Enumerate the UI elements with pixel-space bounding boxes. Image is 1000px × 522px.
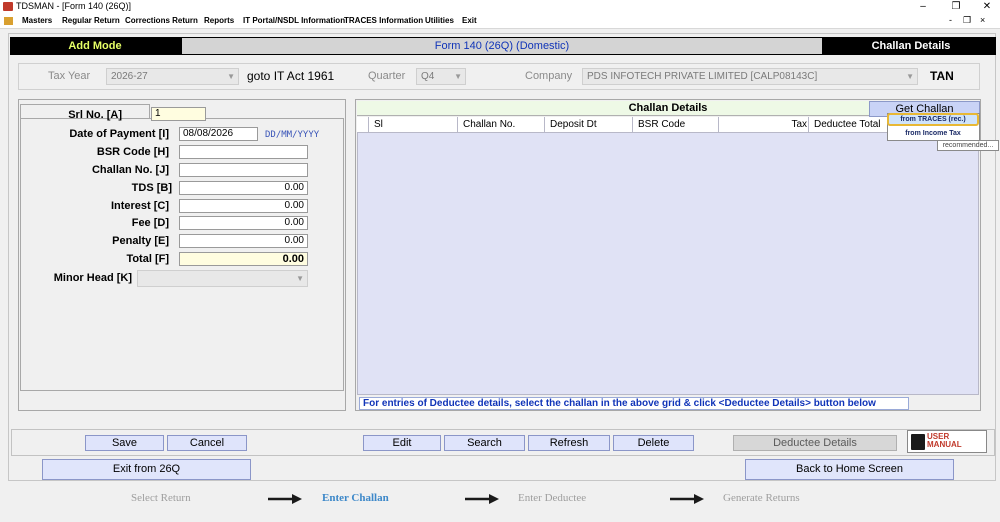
mdi-restore-button[interactable]: ❐ bbox=[963, 15, 971, 26]
menu-reports[interactable]: Reports bbox=[204, 16, 234, 25]
arrow-right-icon bbox=[465, 494, 499, 504]
company-select[interactable]: PDS INFOTECH PRIVATE LIMITED [CALP08143C… bbox=[582, 68, 918, 85]
col-tax[interactable]: Tax bbox=[718, 117, 810, 133]
srno-label: Srl No. [A] bbox=[68, 109, 122, 121]
col-deposit-dt[interactable]: Deposit Dt bbox=[544, 117, 632, 133]
section-title: Challan Details bbox=[871, 40, 951, 52]
interest-label: Interest [C] bbox=[110, 200, 169, 212]
recommended-tooltip: recommended... bbox=[937, 140, 999, 151]
challan-grid[interactable] bbox=[357, 117, 979, 395]
challan-grid-header: Sl Challan No. Deposit Dt BSR Code Tax D… bbox=[357, 117, 979, 133]
chevron-down-icon: ▼ bbox=[906, 72, 914, 81]
goto-it-act-link[interactable]: goto IT Act 1961 bbox=[247, 69, 334, 83]
date-format-hint: DD/MM/YYYY bbox=[265, 130, 320, 140]
quarter-label: Quarter bbox=[368, 70, 406, 82]
restore-button[interactable]: ❐ bbox=[946, 0, 966, 14]
minor-head-select[interactable]: ▼ bbox=[137, 270, 308, 287]
company-label: Company bbox=[525, 70, 573, 82]
penalty-field[interactable]: 0.00 bbox=[179, 234, 308, 248]
deductee-instruction-note: For entries of Deductee details, select … bbox=[359, 397, 909, 410]
step-enter-challan: Enter Challan bbox=[322, 492, 389, 504]
srno-field[interactable]: 1 bbox=[151, 107, 206, 121]
tax-year-label: Tax Year bbox=[48, 70, 91, 82]
bsr-code-label: BSR Code [H] bbox=[96, 146, 169, 158]
user-manual-button[interactable]: USER MANUAL bbox=[907, 430, 987, 453]
minimize-button[interactable]: – bbox=[913, 0, 933, 14]
total-field: 0.00 bbox=[179, 252, 308, 266]
mdi-document-icon bbox=[4, 17, 13, 25]
exit-26q-button[interactable]: Exit from 26Q bbox=[42, 459, 251, 480]
menu-regular-return[interactable]: Regular Return bbox=[62, 16, 120, 25]
deductee-details-button[interactable]: Deductee Details bbox=[733, 435, 897, 451]
fee-field[interactable]: 0.00 bbox=[179, 216, 308, 230]
fee-label: Fee [D] bbox=[131, 217, 169, 229]
tds-label: TDS [B] bbox=[131, 182, 172, 194]
header-strip: Add Mode Form 140 (26Q) (Domestic) Chall… bbox=[10, 37, 996, 55]
menu-item-from-traces[interactable]: from TRACES (rec.) bbox=[887, 113, 979, 126]
refresh-button[interactable]: Refresh bbox=[528, 435, 610, 451]
menu-corrections-return[interactable]: Corrections Return bbox=[125, 16, 198, 25]
step-enter-deductee: Enter Deductee bbox=[518, 492, 587, 504]
user-manual-label: USER MANUAL bbox=[927, 432, 962, 449]
step-generate-returns: Generate Returns bbox=[723, 492, 800, 504]
menu-it-portal[interactable]: IT Portal/NSDL Information bbox=[243, 16, 345, 25]
date-of-payment-label: Date of Payment [I] bbox=[69, 128, 169, 140]
window-title: TDSMAN - [Form 140 (26Q)] bbox=[16, 1, 132, 11]
menu-utilities[interactable]: Utilities bbox=[425, 16, 454, 25]
title-bar: TDSMAN - [Form 140 (26Q)] – ❐ ✕ bbox=[0, 0, 1000, 14]
quarter-select[interactable]: Q4 ▼ bbox=[416, 68, 466, 85]
back-to-home-button[interactable]: Back to Home Screen bbox=[745, 459, 954, 480]
tax-year-value: 2026-27 bbox=[111, 71, 148, 82]
company-value: PDS INFOTECH PRIVATE LIMITED [CALP08143C… bbox=[587, 71, 818, 82]
challan-no-field[interactable] bbox=[179, 163, 308, 177]
chevron-down-icon: ▼ bbox=[296, 274, 304, 283]
save-button[interactable]: Save bbox=[85, 435, 164, 451]
menu-masters[interactable]: Masters bbox=[22, 16, 52, 25]
penalty-label: Penalty [E] bbox=[112, 235, 169, 247]
total-label: Total [F] bbox=[126, 253, 169, 265]
chevron-down-icon: ▼ bbox=[454, 72, 462, 81]
search-button[interactable]: Search bbox=[444, 435, 525, 451]
arrow-right-icon bbox=[670, 494, 704, 504]
edit-button[interactable]: Edit bbox=[363, 435, 441, 451]
challan-no-label: Challan No. [J] bbox=[91, 164, 169, 176]
mdi-close-button[interactable]: × bbox=[980, 15, 985, 25]
cancel-button[interactable]: Cancel bbox=[167, 435, 247, 451]
menu-traces-information[interactable]: TRACES Information bbox=[344, 16, 423, 25]
app-icon bbox=[3, 2, 13, 11]
bsr-code-field[interactable] bbox=[179, 145, 308, 159]
col-challan-no[interactable]: Challan No. bbox=[457, 117, 544, 133]
book-icon bbox=[911, 434, 925, 450]
form-title: Form 140 (26Q) (Domestic) bbox=[182, 38, 822, 54]
tds-field[interactable]: 0.00 bbox=[179, 181, 308, 195]
close-button[interactable]: ✕ bbox=[977, 0, 997, 14]
tax-year-select[interactable]: 2026-27 ▼ bbox=[106, 68, 239, 85]
menu-item-from-income-tax[interactable]: from Income Tax bbox=[888, 128, 978, 139]
quarter-value: Q4 bbox=[421, 71, 435, 82]
menu-bar: Masters Regular Return Corrections Retur… bbox=[0, 14, 1000, 29]
mdi-minimize-button[interactable]: - bbox=[949, 15, 952, 25]
menu-exit[interactable]: Exit bbox=[462, 16, 477, 25]
chevron-down-icon: ▼ bbox=[227, 72, 235, 81]
tan-label: TAN bbox=[930, 69, 954, 83]
step-select-return: Select Return bbox=[131, 492, 191, 504]
interest-field[interactable]: 0.00 bbox=[179, 199, 308, 213]
col-sl[interactable]: Sl bbox=[368, 117, 460, 133]
col-bsr-code[interactable]: BSR Code bbox=[632, 117, 720, 133]
delete-button[interactable]: Delete bbox=[613, 435, 694, 451]
minor-head-label: Minor Head [K] bbox=[53, 272, 132, 284]
date-of-payment-field[interactable]: 08/08/2026 bbox=[179, 127, 258, 141]
mode-indicator: Add Mode bbox=[68, 40, 122, 52]
arrow-right-icon bbox=[268, 494, 302, 504]
